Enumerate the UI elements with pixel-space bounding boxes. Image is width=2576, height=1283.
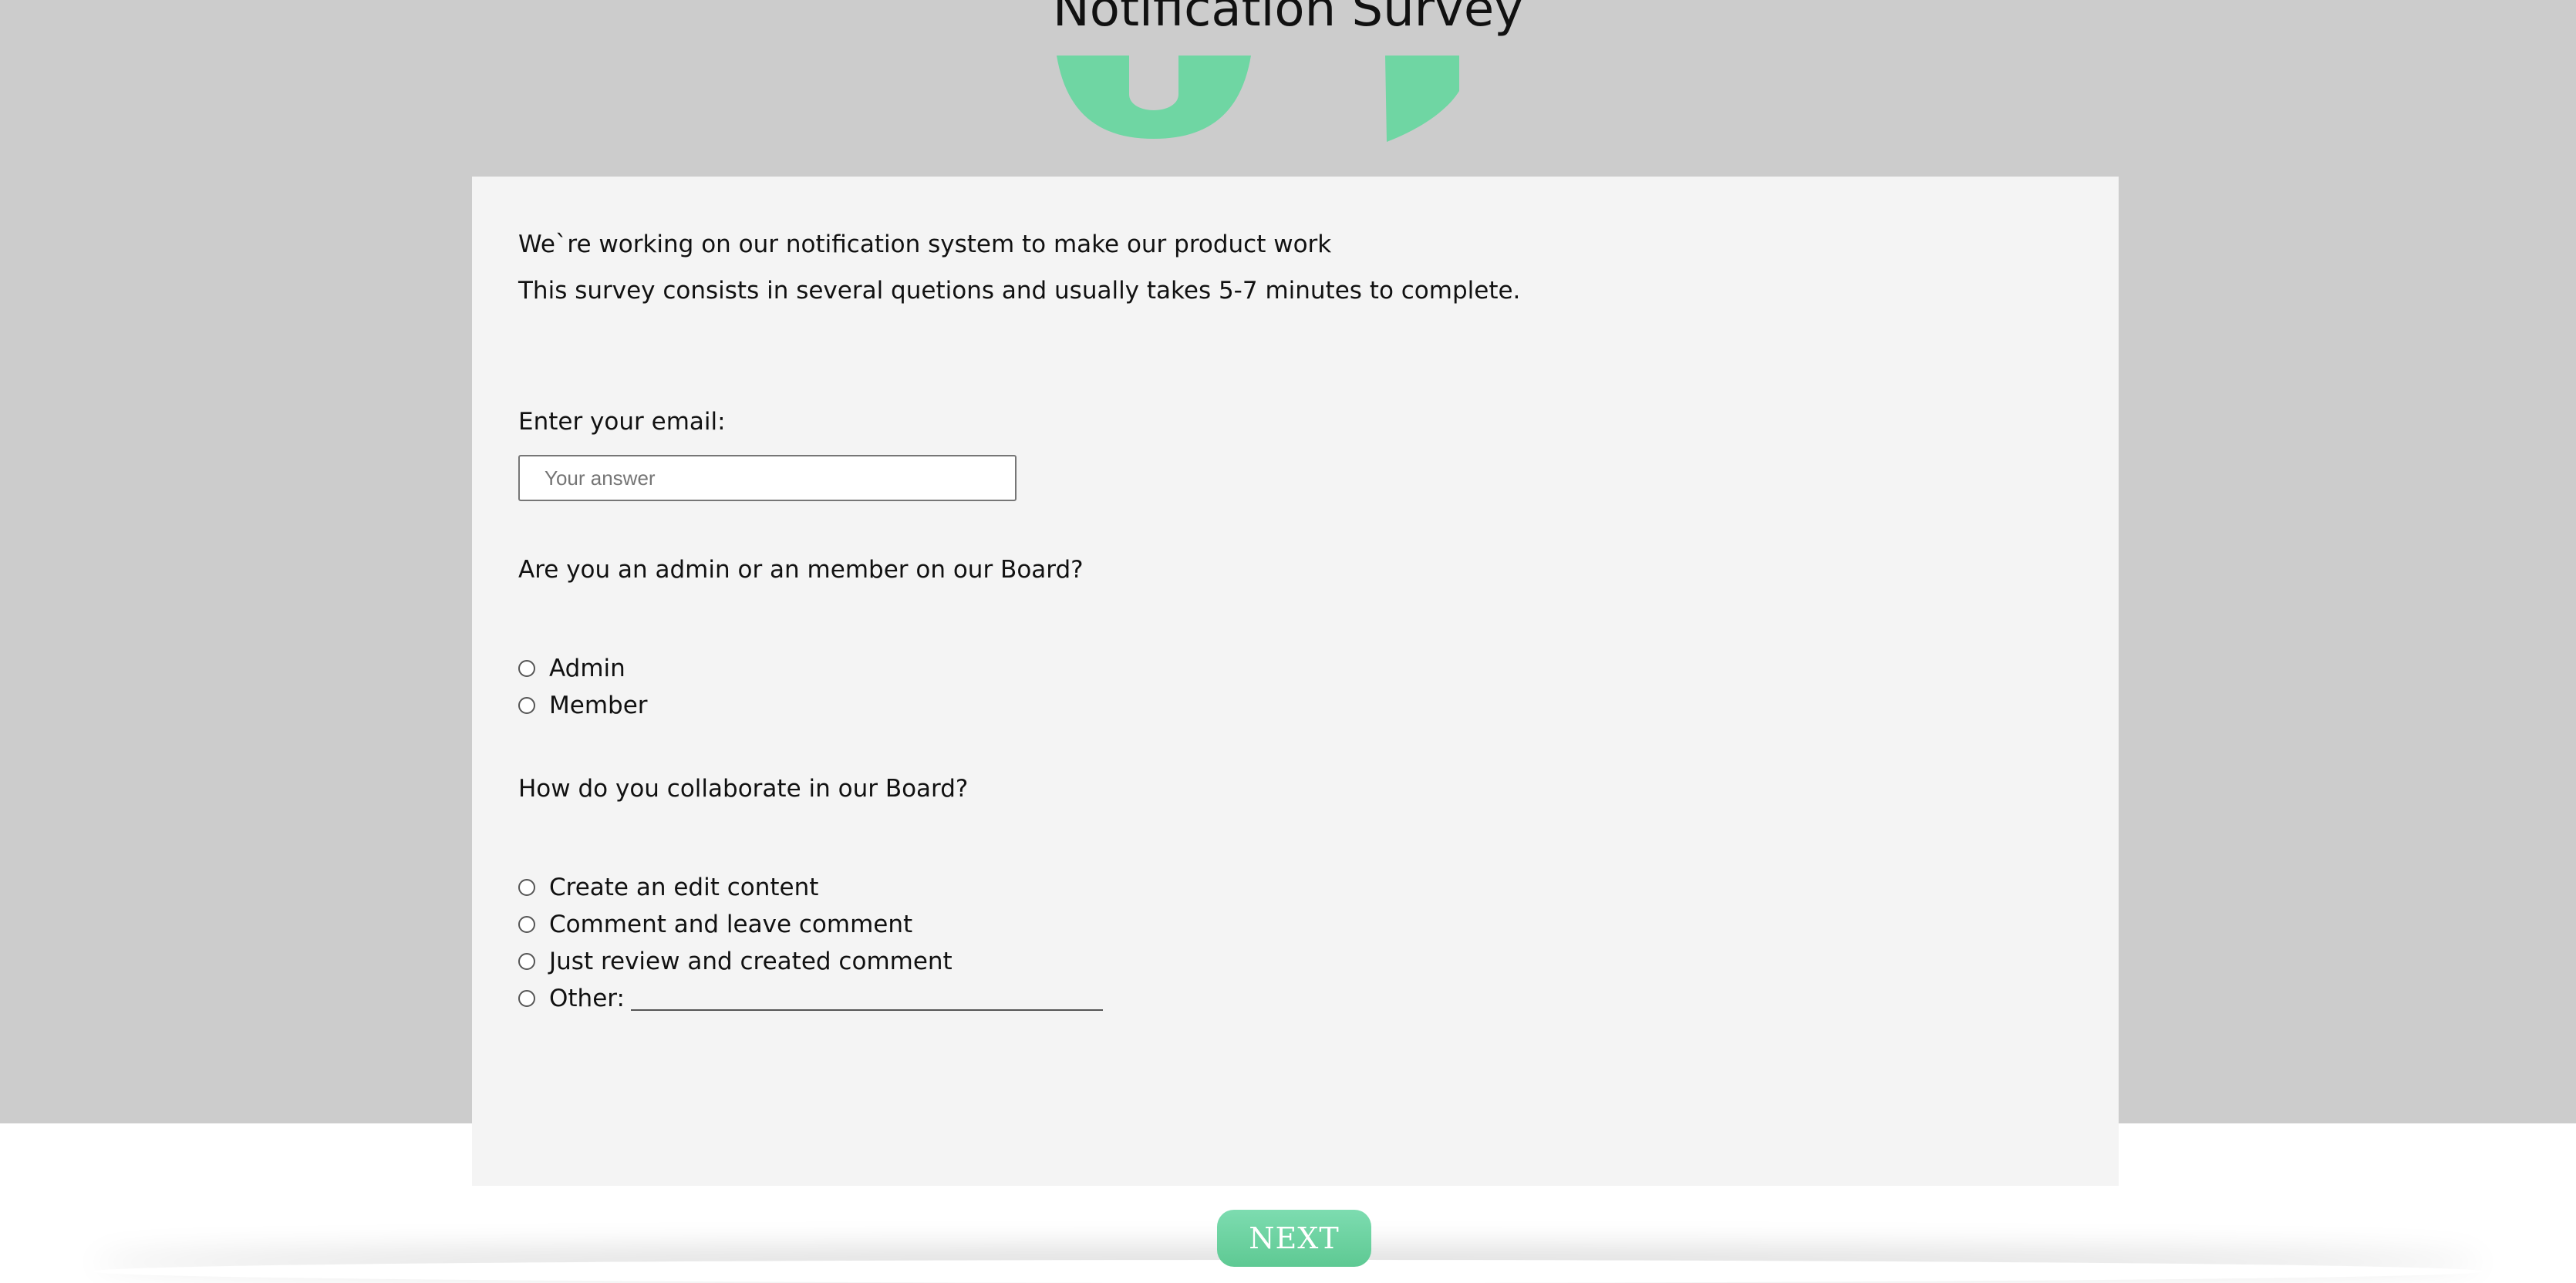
intro-text-line-1: We`re working on our notification system…: [518, 231, 1332, 258]
collab-question-label: How do you collaborate in our Board?: [518, 775, 969, 803]
role-option-admin[interactable]: Admin: [518, 653, 625, 684]
radio-button[interactable]: [518, 697, 535, 714]
role-question-label: Are you an admin or an member on our Boa…: [518, 556, 1084, 584]
email-label: Enter your email:: [518, 408, 726, 436]
brand-logo-icon: [1057, 56, 1459, 142]
option-label: Other:: [549, 985, 625, 1012]
radio-button[interactable]: [518, 660, 535, 677]
next-button[interactable]: NEXT: [1217, 1210, 1371, 1267]
page-title: Notification Survey: [1052, 0, 1524, 38]
collab-option-review[interactable]: Just review and created comment: [518, 946, 953, 977]
survey-card: We`re working on our notification system…: [472, 177, 2119, 1186]
option-label: Just review and created comment: [549, 948, 953, 975]
other-text-field[interactable]: [630, 986, 1103, 1011]
role-option-member[interactable]: Member: [518, 690, 648, 721]
radio-button[interactable]: [518, 879, 535, 896]
collab-option-other[interactable]: Other:: [518, 983, 1103, 1014]
intro-text-line-2: This survey consists in several quetions…: [518, 277, 1521, 305]
collab-option-create[interactable]: Create an edit content: [518, 872, 818, 903]
radio-button[interactable]: [518, 990, 535, 1007]
option-label: Create an edit content: [549, 874, 819, 901]
option-label: Member: [549, 692, 648, 719]
email-field[interactable]: [518, 455, 1017, 501]
radio-button[interactable]: [518, 953, 535, 970]
option-label: Admin: [549, 655, 625, 682]
radio-button[interactable]: [518, 916, 535, 933]
collab-option-comment[interactable]: Comment and leave comment: [518, 909, 912, 940]
option-label: Comment and leave comment: [549, 911, 913, 938]
